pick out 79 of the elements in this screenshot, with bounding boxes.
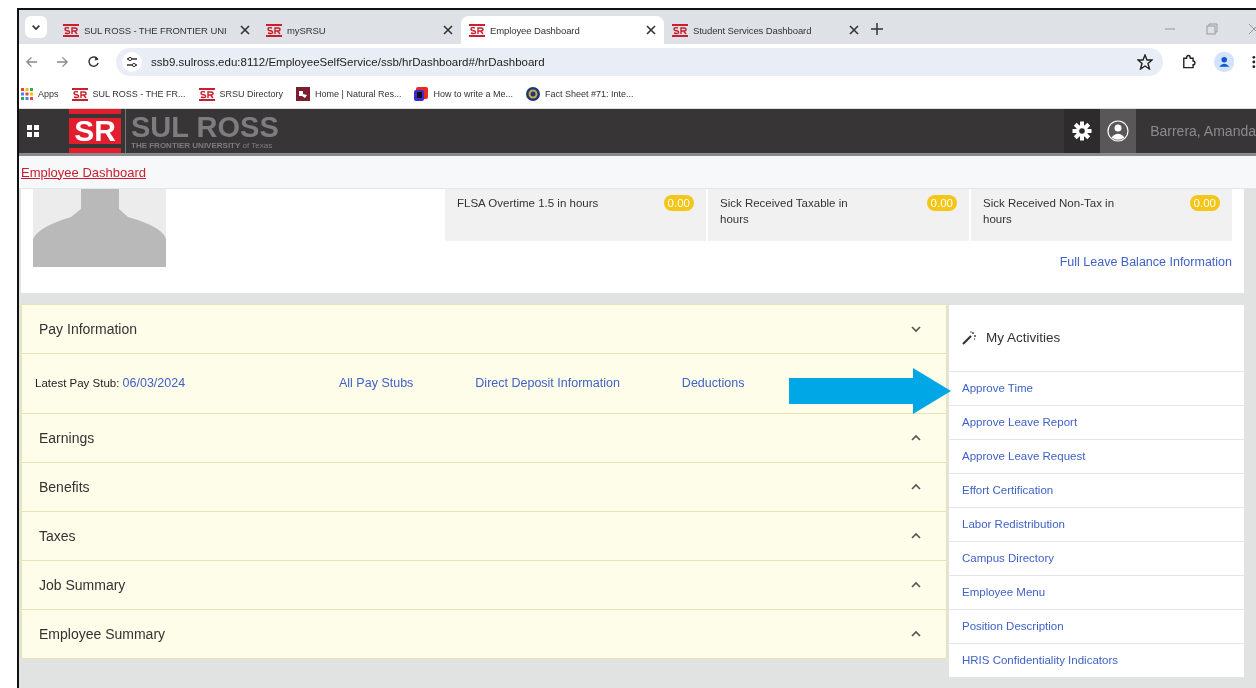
close-icon (240, 25, 250, 35)
activity-link[interactable]: Labor Redistribution (949, 507, 1244, 542)
activity-link[interactable]: Position Description (949, 609, 1244, 644)
panel-header[interactable]: Job Summary (22, 560, 946, 609)
panel-header[interactable]: Benefits (22, 462, 946, 511)
close-icon (646, 25, 656, 35)
panel-title: Taxes (39, 527, 76, 544)
activity-link[interactable]: Effort Certification (949, 473, 1244, 508)
activity-link[interactable]: Approve Leave Request (949, 439, 1244, 474)
browser-tab[interactable]: mySRSU (258, 16, 461, 44)
seal-icon (525, 87, 540, 101)
panel-title: Pay Information (39, 320, 138, 337)
activity-link[interactable]: Approve Leave Report (949, 405, 1244, 440)
bookmark[interactable]: SUL ROSS - THE FR... (71, 87, 186, 101)
university-logo-icon (71, 87, 88, 101)
panel-header[interactable]: Earnings (22, 413, 946, 462)
university-logo-icon (198, 87, 215, 101)
plus-icon (871, 23, 883, 35)
address-bar[interactable]: ssb9.sulross.edu:8112/EmployeeSelfService/ssb/hrDashboard#/hrDashboard (116, 48, 1163, 76)
university-logo-icon (266, 23, 282, 37)
logo-mark: SR (69, 109, 121, 153)
panel-title: Job Summary (39, 576, 126, 593)
back-arrow-icon (25, 55, 38, 69)
pay-link[interactable]: Direct Deposit Information (475, 376, 620, 391)
star-icon (1136, 54, 1153, 70)
settings-icon (1072, 121, 1093, 141)
university-logo-icon (63, 23, 79, 37)
reload-icon (87, 55, 100, 69)
puzzle-icon (1180, 54, 1196, 70)
bookmark[interactable]: SRSU Directory (198, 87, 284, 101)
bookmark[interactable]: How to write a Me... (414, 87, 513, 101)
tab-list-button[interactable] (25, 16, 47, 38)
balance-value: 0.00 (663, 195, 694, 211)
balance-label: FLSA Overtime 1.5 in hours (457, 196, 600, 211)
close-icon (849, 25, 859, 35)
bookmark[interactable]: Fact Sheet #71: Inte... (525, 87, 634, 101)
panel-title: Employee Summary (39, 625, 166, 642)
browser-tab[interactable]: Employee Dashboard (461, 16, 664, 44)
pay-link[interactable]: Deductions (681, 376, 745, 391)
bookmark[interactable]: Apps (21, 88, 59, 100)
bookmark[interactable]: Home | Natural Res... (296, 87, 402, 101)
magic-wand-icon (962, 330, 976, 345)
close-icon (443, 25, 453, 35)
more-options-icon (1252, 55, 1256, 69)
panel-header[interactable]: Taxes (22, 511, 946, 560)
balance-value: 0.00 (1189, 195, 1220, 211)
browser-tab[interactable]: Student Services Dashboard (664, 16, 867, 44)
user-name: Barrera, Amanda (1150, 123, 1256, 139)
panel-header[interactable]: Pay Information (22, 304, 946, 353)
activity-link[interactable]: Approve Time (949, 371, 1244, 406)
logo-name: SUL ROSS (131, 112, 279, 141)
balance-label: Sick Received Taxable in hours (720, 196, 849, 227)
app-grid-icon (27, 125, 39, 137)
user-button[interactable] (1100, 109, 1137, 153)
site-settings-icon (122, 52, 142, 72)
pay-link[interactable]: All Pay Stubs (339, 376, 414, 391)
breadcrumb-link[interactable]: Employee Dashboard (21, 164, 147, 180)
activity-link[interactable]: HRIS Confidentiality Indicators (949, 643, 1244, 678)
forward-arrow-icon (56, 55, 69, 69)
activity-link[interactable]: Campus Directory (949, 541, 1244, 576)
panel-header[interactable]: Employee Summary (22, 609, 946, 658)
browser-tab[interactable]: SUL ROSS - THE FRONTIER UNI (55, 16, 258, 44)
profile-avatar-icon (1213, 51, 1235, 73)
panel-title: Benefits (39, 478, 90, 495)
balance-label: Sick Received Non-Tax in hours (983, 196, 1116, 227)
square-logo-icon (414, 87, 429, 101)
settings-button[interactable] (1064, 109, 1101, 153)
full-leave-link[interactable]: Full Leave Balance Information (1059, 255, 1232, 269)
user-avatar-icon (1107, 120, 1130, 142)
restore-icon (1206, 23, 1218, 35)
panel-title: Earnings (39, 429, 95, 446)
balance-value: 0.00 (926, 195, 957, 211)
activities-title: My Activities (986, 330, 1061, 346)
apps-grid-icon (21, 88, 33, 100)
activity-link[interactable]: Employee Menu (949, 575, 1244, 610)
university-logo-icon (469, 23, 485, 37)
state-map-icon (296, 87, 311, 101)
pay-stub-label: Latest Pay Stub: 06/03/2024 (35, 376, 187, 391)
university-logo-icon (672, 23, 688, 37)
